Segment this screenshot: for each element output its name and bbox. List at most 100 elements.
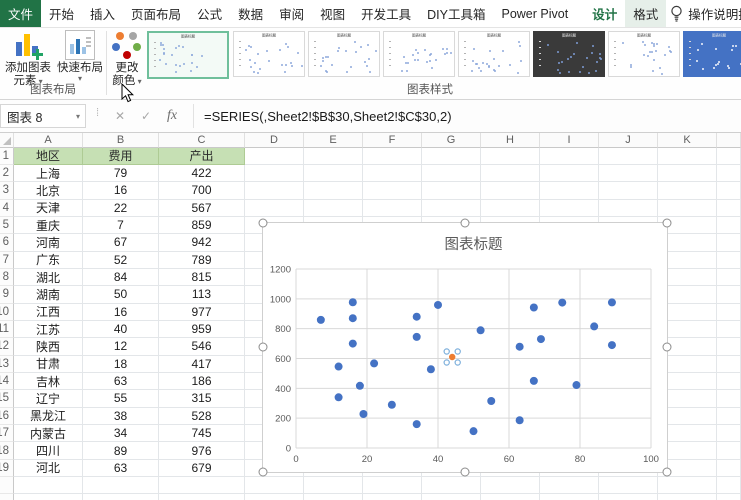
cell-cost[interactable]: 55: [83, 390, 159, 407]
change-colors-button[interactable]: 更改 颜色 ▾: [109, 30, 145, 88]
cell-empty[interactable]: [363, 148, 422, 165]
cell-empty[interactable]: [717, 252, 741, 269]
row-header-2[interactable]: 2: [0, 165, 14, 182]
data-point[interactable]: [413, 313, 421, 321]
row-header-17[interactable]: 17: [0, 425, 14, 442]
chart-style-option-4[interactable]: 图表标题: [383, 31, 455, 77]
cell-output[interactable]: 113: [159, 286, 245, 303]
cell-empty[interactable]: [363, 200, 422, 217]
cell-empty[interactable]: [717, 321, 741, 338]
cell-empty[interactable]: [159, 494, 245, 500]
cell-output[interactable]: 942: [159, 234, 245, 251]
cell-empty[interactable]: [717, 234, 741, 251]
row-header-12[interactable]: 12: [0, 338, 14, 355]
cell-region[interactable]: 辽宁: [14, 390, 83, 407]
tab-home[interactable]: 开始: [41, 0, 82, 27]
row-header-8[interactable]: 8: [0, 269, 14, 286]
cancel-button[interactable]: ✕: [108, 104, 132, 128]
quick-layout-button[interactable]: 快速布局 ▾: [56, 30, 104, 83]
cell-empty[interactable]: [245, 477, 304, 494]
cell-region[interactable]: 湖南: [14, 286, 83, 303]
cell-cost[interactable]: 52: [83, 252, 159, 269]
cell-output[interactable]: 315: [159, 390, 245, 407]
cell-region[interactable]: 江西: [14, 304, 83, 321]
cell-empty[interactable]: [717, 442, 741, 459]
cell-empty[interactable]: [717, 269, 741, 286]
select-all-corner[interactable]: [0, 133, 14, 148]
cell-empty[interactable]: [717, 217, 741, 234]
cell-cost[interactable]: 63: [83, 373, 159, 390]
row-header-4[interactable]: 4: [0, 200, 14, 217]
cell-cost[interactable]: 22: [83, 200, 159, 217]
cell-empty[interactable]: [422, 200, 481, 217]
cell-region[interactable]: 四川: [14, 442, 83, 459]
cell-empty[interactable]: [717, 373, 741, 390]
cell-empty[interactable]: [540, 200, 599, 217]
enter-button[interactable]: ✓: [134, 104, 158, 128]
cell-region[interactable]: 上海: [14, 165, 83, 182]
cell-output[interactable]: 976: [159, 442, 245, 459]
data-point[interactable]: [413, 420, 421, 428]
cell-output[interactable]: 422: [159, 165, 245, 182]
tab-review[interactable]: 审阅: [271, 0, 312, 27]
cell-empty[interactable]: [481, 200, 540, 217]
row-header-9[interactable]: 9: [0, 286, 14, 303]
cell-empty[interactable]: [717, 338, 741, 355]
header-cell-region[interactable]: 地区: [14, 148, 83, 165]
data-point[interactable]: [370, 359, 378, 367]
cell-empty[interactable]: [245, 182, 304, 199]
insert-function-button[interactable]: fx: [160, 104, 184, 128]
tab-developer[interactable]: 开发工具: [353, 0, 419, 27]
cell-empty[interactable]: [717, 286, 741, 303]
cell-empty[interactable]: [599, 200, 658, 217]
column-header-E[interactable]: E: [304, 133, 363, 148]
data-point[interactable]: [487, 397, 495, 405]
header-cell-output[interactable]: 产出: [159, 148, 245, 165]
cell-empty[interactable]: [717, 408, 741, 425]
cell-empty[interactable]: [245, 148, 304, 165]
cell-empty[interactable]: [422, 477, 481, 494]
tab-page-layout[interactable]: 页面布局: [123, 0, 189, 27]
cell-empty[interactable]: [540, 148, 599, 165]
row-header-21[interactable]: [0, 494, 14, 500]
cell-empty[interactable]: [717, 182, 741, 199]
data-point[interactable]: [335, 363, 343, 371]
tab-data[interactable]: 数据: [230, 0, 271, 27]
data-point[interactable]: [388, 401, 396, 409]
header-cell-cost[interactable]: 费用: [83, 148, 159, 165]
data-point[interactable]: [434, 301, 442, 309]
cell-region[interactable]: 内蒙古: [14, 425, 83, 442]
formula-input[interactable]: =SERIES(,Sheet2!$B$30,Sheet2!$C$30,2): [193, 104, 741, 128]
row-header-14[interactable]: 14: [0, 373, 14, 390]
column-header-C[interactable]: C: [159, 133, 245, 148]
cell-empty[interactable]: [363, 182, 422, 199]
chart-resize-handle[interactable]: [663, 343, 672, 352]
cell-empty[interactable]: [245, 200, 304, 217]
cell-cost[interactable]: 16: [83, 182, 159, 199]
name-box-caret-icon[interactable]: ▾: [76, 112, 80, 121]
data-point[interactable]: [537, 335, 545, 343]
cell-empty[interactable]: [245, 165, 304, 182]
cell-region[interactable]: 河南: [14, 234, 83, 251]
cell-empty[interactable]: [658, 494, 717, 500]
cell-empty[interactable]: [245, 494, 304, 500]
data-point[interactable]: [558, 299, 566, 307]
cell-empty[interactable]: [658, 200, 717, 217]
cell-empty[interactable]: [717, 304, 741, 321]
cell-empty[interactable]: [159, 477, 245, 494]
name-box[interactable]: 图表 8 ▾: [0, 104, 86, 128]
data-point[interactable]: [349, 298, 357, 306]
cell-empty[interactable]: [304, 165, 363, 182]
data-point[interactable]: [335, 393, 343, 401]
cell-empty[interactable]: [304, 494, 363, 500]
cell-empty[interactable]: [481, 165, 540, 182]
cell-empty[interactable]: [717, 356, 741, 373]
cell-cost[interactable]: 63: [83, 460, 159, 477]
cell-region[interactable]: 江苏: [14, 321, 83, 338]
cell-empty[interactable]: [422, 148, 481, 165]
tab-view[interactable]: 视图: [312, 0, 353, 27]
data-point[interactable]: [349, 314, 357, 322]
data-point[interactable]: [516, 343, 524, 351]
cell-empty[interactable]: [599, 477, 658, 494]
chart-style-option-3[interactable]: 图表标题: [308, 31, 380, 77]
